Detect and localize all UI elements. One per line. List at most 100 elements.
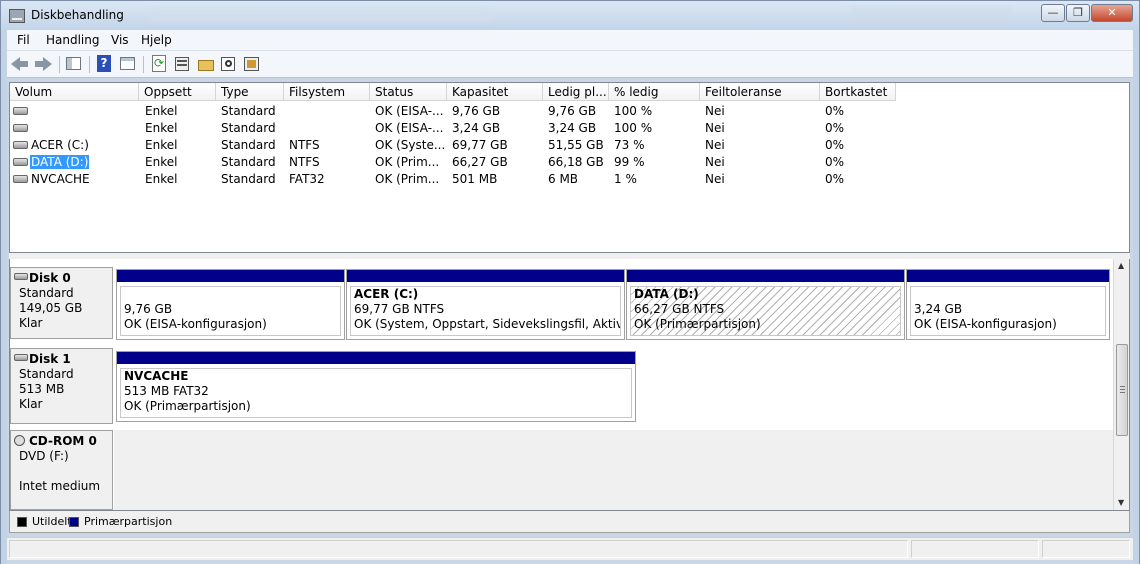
cell-oppsett: Enkel (145, 155, 178, 169)
menu-handling[interactable]: Handling (46, 33, 100, 47)
show-hide-console-tree-icon[interactable] (65, 55, 83, 73)
column-header-type[interactable]: Type (216, 83, 284, 101)
primary-partition-swatch (69, 517, 79, 527)
partition-data-d[interactable]: DATA (D:) 66,27 GB NTFS OK (Primærpartis… (626, 269, 905, 340)
cell-feiltoleranse: Nei (705, 138, 725, 152)
primary-partition-bar (117, 270, 344, 282)
partition-info: NVCACHE 513 MB FAT32 OK (Primærpartisjon… (120, 368, 632, 418)
disk-type: DVD (F:) (19, 449, 69, 463)
window-title: Diskbehandling (31, 8, 124, 22)
window-frame-right (1133, 30, 1140, 564)
cell-status: OK (EISA-... (375, 121, 444, 135)
table-row[interactable]: Enkel Standard OK (EISA-... 9,76 GB 9,76… (10, 103, 1129, 120)
disk-map-pane: Disk 0 Standard 149,05 GB Klar 9,76 GB O… (9, 259, 1130, 511)
forward-arrow-icon[interactable] (35, 55, 53, 73)
scroll-up-arrow-icon[interactable]: ▲ (1118, 261, 1124, 270)
legend-label: Primærpartisjon (84, 515, 173, 528)
status-pane-main (9, 540, 908, 558)
cell-feiltoleranse: Nei (705, 172, 725, 186)
drive-icon (13, 175, 28, 183)
cell-kapasitet: 66,27 GB (452, 155, 508, 169)
primary-partition-bar (907, 270, 1109, 282)
cell-status: OK (Syste... (375, 138, 445, 152)
partition-status: OK (EISA-konfigurasjon) (124, 317, 267, 331)
partition-eisa-1[interactable]: 9,76 GB OK (EISA-konfigurasjon) (116, 269, 345, 340)
column-header-oppsett[interactable]: Oppsett (139, 83, 216, 101)
column-header-volum[interactable]: Volum (10, 83, 139, 101)
disk-size: 149,05 GB (19, 301, 83, 315)
partition-nvcache[interactable]: NVCACHE 513 MB FAT32 OK (Primærpartisjon… (116, 351, 636, 422)
blurred-background (851, 7, 1011, 21)
cell-bortkastet: 0% (825, 155, 845, 169)
explore-icon[interactable] (220, 55, 238, 73)
cell-volum: NVCACHE (31, 172, 90, 186)
table-row[interactable]: Enkel Standard OK (EISA-... 3,24 GB 3,24… (10, 120, 1129, 137)
refresh-icon[interactable]: ⟳ (150, 55, 168, 73)
status-pane (911, 540, 1039, 558)
cdrom-0-label[interactable]: CD-ROM 0 DVD (F:) Intet medium (10, 430, 113, 510)
back-arrow-icon[interactable] (11, 55, 29, 73)
cell-prosent-ledig: 100 % (614, 121, 653, 135)
table-row[interactable]: NVCACHE Enkel Standard FAT32 OK (Prim...… (10, 171, 1129, 188)
blurred-background (151, 9, 491, 21)
close-button[interactable]: ✕ (1091, 4, 1133, 22)
primary-partition-bar (117, 352, 635, 364)
column-header-ledig-plass[interactable]: Ledig pl... (543, 83, 609, 101)
partition-eisa-2[interactable]: 3,24 GB OK (EISA-konfigurasjon) (906, 269, 1110, 340)
partition-info: ACER (C:) 69,77 GB NTFS OK (System, Opps… (350, 286, 621, 336)
cell-status: OK (Prim... (375, 172, 440, 186)
hard-disk-icon (14, 354, 28, 361)
properties-panel-icon[interactable] (119, 55, 137, 73)
properties-icon[interactable] (173, 55, 191, 73)
partition-status: OK (System, Oppstart, Sidevekslingsfil, … (354, 317, 620, 331)
partition-info: DATA (D:) 66,27 GB NTFS OK (Primærpartis… (630, 286, 901, 336)
partition-size: 69,77 GB NTFS (354, 302, 445, 316)
scroll-thumb[interactable] (1116, 344, 1128, 436)
toolbar-separator (89, 56, 90, 73)
cell-filsystem: FAT32 (289, 172, 325, 186)
partition-name: ACER (C:) (354, 287, 419, 301)
open-folder-icon[interactable] (197, 55, 215, 73)
column-header-filsystem[interactable]: Filsystem (284, 83, 370, 101)
column-header-bortkastet[interactable]: Bortkastet (820, 83, 896, 101)
disk-state: Klar (19, 316, 43, 330)
cell-ledig: 6 MB (548, 172, 579, 186)
cdrom-empty-area (114, 430, 1113, 510)
disk-name: Disk 1 (29, 352, 71, 366)
disk-pane-scrollbar[interactable]: ▲ ▼ (1113, 259, 1129, 510)
cell-kapasitet: 69,77 GB (452, 138, 508, 152)
menu-hjelp[interactable]: Hjelp (141, 33, 172, 47)
scroll-down-arrow-icon[interactable]: ▼ (1118, 498, 1124, 507)
disk-name: CD-ROM 0 (29, 434, 97, 448)
table-row[interactable]: ACER (C:) Enkel Standard NTFS OK (Syste.… (10, 137, 1129, 154)
partition-status: OK (Primærpartisjon) (124, 399, 251, 413)
disk-0-label[interactable]: Disk 0 Standard 149,05 GB Klar (10, 267, 113, 339)
column-header-kapasitet[interactable]: Kapasitet (447, 83, 543, 101)
column-header-status[interactable]: Status (370, 83, 447, 101)
cell-ledig: 3,24 GB (548, 121, 597, 135)
partition-acer-c[interactable]: ACER (C:) 69,77 GB NTFS OK (System, Opps… (346, 269, 625, 340)
maximize-button[interactable]: ❐ (1066, 4, 1090, 22)
disk-type: Standard (19, 286, 74, 300)
table-row[interactable]: DATA (D:) Enkel Standard NTFS OK (Prim..… (10, 154, 1129, 171)
help-icon[interactable]: ? (95, 55, 113, 73)
menu-fil[interactable]: Fil (17, 33, 30, 47)
rescan-disks-icon[interactable] (243, 55, 261, 73)
cell-filsystem: NTFS (289, 155, 320, 169)
drive-icon (13, 124, 28, 132)
column-header-prosent-ledig[interactable]: % ledig (609, 83, 700, 101)
partition-name (914, 287, 1102, 302)
column-header-feiltoleranse[interactable]: Feiltoleranse (700, 83, 820, 101)
cell-oppsett: Enkel (145, 172, 178, 186)
partition-size: 513 MB FAT32 (124, 384, 209, 398)
menu-vis[interactable]: Vis (111, 33, 129, 47)
cell-prosent-ledig: 1 % (614, 172, 637, 186)
cell-type: Standard (221, 172, 276, 186)
legend-label: Utildelt (32, 515, 72, 528)
disk-1-label[interactable]: Disk 1 Standard 513 MB Klar (10, 348, 113, 424)
cell-prosent-ledig: 73 % (614, 138, 645, 152)
partition-name (124, 287, 337, 302)
drive-icon (13, 107, 28, 115)
minimize-button[interactable]: — (1041, 4, 1065, 22)
cell-bortkastet: 0% (825, 138, 845, 152)
